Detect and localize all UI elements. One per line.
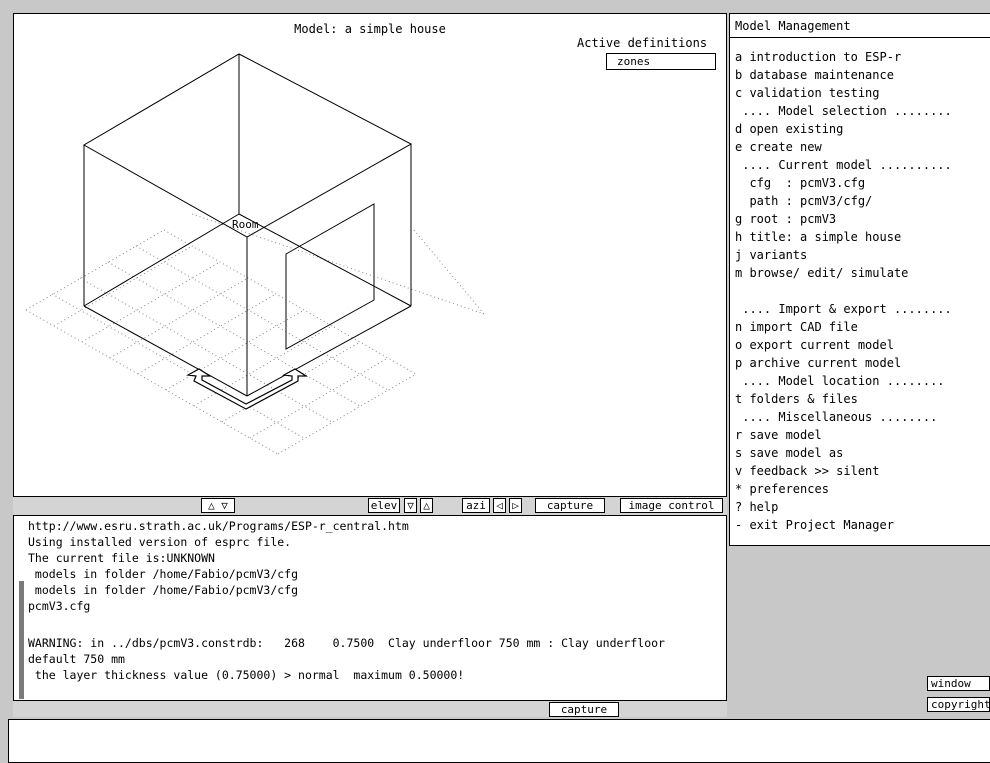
- dialogue-area[interactable]: [8, 719, 990, 763]
- wireframe-viewport[interactable]: Model: a simple house Active definitions…: [13, 13, 727, 497]
- azimuth-button[interactable]: azi: [462, 498, 490, 513]
- menu-item-create-new[interactable]: e create new: [735, 140, 822, 154]
- menu-item-help[interactable]: ? help: [735, 500, 778, 514]
- zone-label-room[interactable]: Room: [232, 218, 259, 231]
- menu-item-feedback[interactable]: v feedback >> silent: [735, 464, 880, 478]
- menu-item-exit[interactable]: - exit Project Manager: [735, 518, 894, 532]
- feedback-line: models in folder /home/Fabio/pcmV3/cfg: [28, 583, 299, 597]
- house-wireframe: [25, 53, 485, 455]
- image-control-button[interactable]: image control: [620, 498, 723, 513]
- feedback-line: WARNING: in ../dbs/pcmV3.constrdb: 268 0…: [28, 636, 665, 650]
- ground-grid: [25, 213, 485, 455]
- feedback-line: Using installed version of esprc file.: [28, 535, 292, 549]
- menu-section-import-export: .... Import & export ........: [735, 302, 952, 316]
- menu-item-preferences[interactable]: * preferences: [735, 482, 829, 496]
- menu-item-save-model-as[interactable]: s save model as: [735, 446, 843, 460]
- menu-info-path: path : pcmV3/cfg/: [735, 194, 873, 208]
- feedback-line: models in folder /home/Fabio/pcmV3/cfg: [28, 567, 299, 581]
- window-button[interactable]: window: [927, 676, 990, 691]
- menu-section-model-location: .... Model location ........: [735, 374, 945, 388]
- feedback-line: default 750 mm: [28, 652, 125, 666]
- menu-item-open-existing[interactable]: d open existing: [735, 122, 843, 136]
- feedback-line: The current file is:UNKNOWN: [28, 551, 215, 565]
- feedback-line: pcmV3.cfg: [28, 599, 91, 613]
- menu-item-import-cad[interactable]: n import CAD file: [735, 320, 858, 334]
- feedback-line: http://www.esru.strath.ac.uk/Programs/ES…: [28, 519, 409, 533]
- menu-item-save-model[interactable]: r save model: [735, 428, 822, 442]
- menu-item-export-model[interactable]: o export current model: [735, 338, 894, 352]
- menu-section-current-model: .... Current model ..........: [735, 158, 952, 172]
- text-capture-bar: capture: [13, 701, 727, 717]
- view-toolbar: △ ▽ elev ▽ △ azi ◁ ▷ capture image contr…: [13, 497, 727, 515]
- capture-text-button[interactable]: capture: [549, 702, 619, 717]
- model-management-menu: Model Management a introduction to ESP-r…: [729, 13, 990, 546]
- menu-item-browse-edit-simulate[interactable]: m browse/ edit/ simulate: [735, 266, 908, 280]
- menu-item-title[interactable]: h title: a simple house: [735, 230, 901, 244]
- menu-item-root[interactable]: g root : pcmV3: [735, 212, 836, 226]
- resize-panel-button[interactable]: △ ▽: [201, 498, 235, 513]
- menu-item-variants[interactable]: j variants: [735, 248, 807, 262]
- text-feedback-panel[interactable]: http://www.esru.strath.ac.uk/Programs/ES…: [13, 515, 727, 701]
- menu-divider: [730, 37, 990, 38]
- copyright-button[interactable]: copyright: [927, 697, 990, 712]
- elevation-down-icon[interactable]: ▽: [404, 498, 417, 513]
- feedback-line: the layer thickness value (0.75000) > no…: [28, 668, 465, 682]
- azimuth-right-icon[interactable]: ▷: [509, 498, 522, 513]
- elevation-button[interactable]: elev: [368, 498, 400, 513]
- menu-title: Model Management: [735, 19, 851, 33]
- menu-item-folders-files[interactable]: t folders & files: [735, 392, 858, 406]
- menu-item-database-maintenance[interactable]: b database maintenance: [735, 68, 894, 82]
- elevation-up-icon[interactable]: △: [420, 498, 433, 513]
- azimuth-left-icon[interactable]: ◁: [493, 498, 506, 513]
- menu-section-model-selection: .... Model selection ........: [735, 104, 952, 118]
- menu-section-miscellaneous: .... Miscellaneous ........: [735, 410, 938, 424]
- menu-info-cfg: cfg : pcmV3.cfg: [735, 176, 866, 190]
- capture-view-button[interactable]: capture: [535, 498, 605, 513]
- menu-item-archive-model[interactable]: p archive current model: [735, 356, 901, 370]
- menu-item-validation-testing[interactable]: c validation testing: [735, 86, 880, 100]
- menu-item-introduction[interactable]: a introduction to ESP-r: [735, 50, 901, 64]
- text-scrollbar[interactable]: [19, 581, 24, 699]
